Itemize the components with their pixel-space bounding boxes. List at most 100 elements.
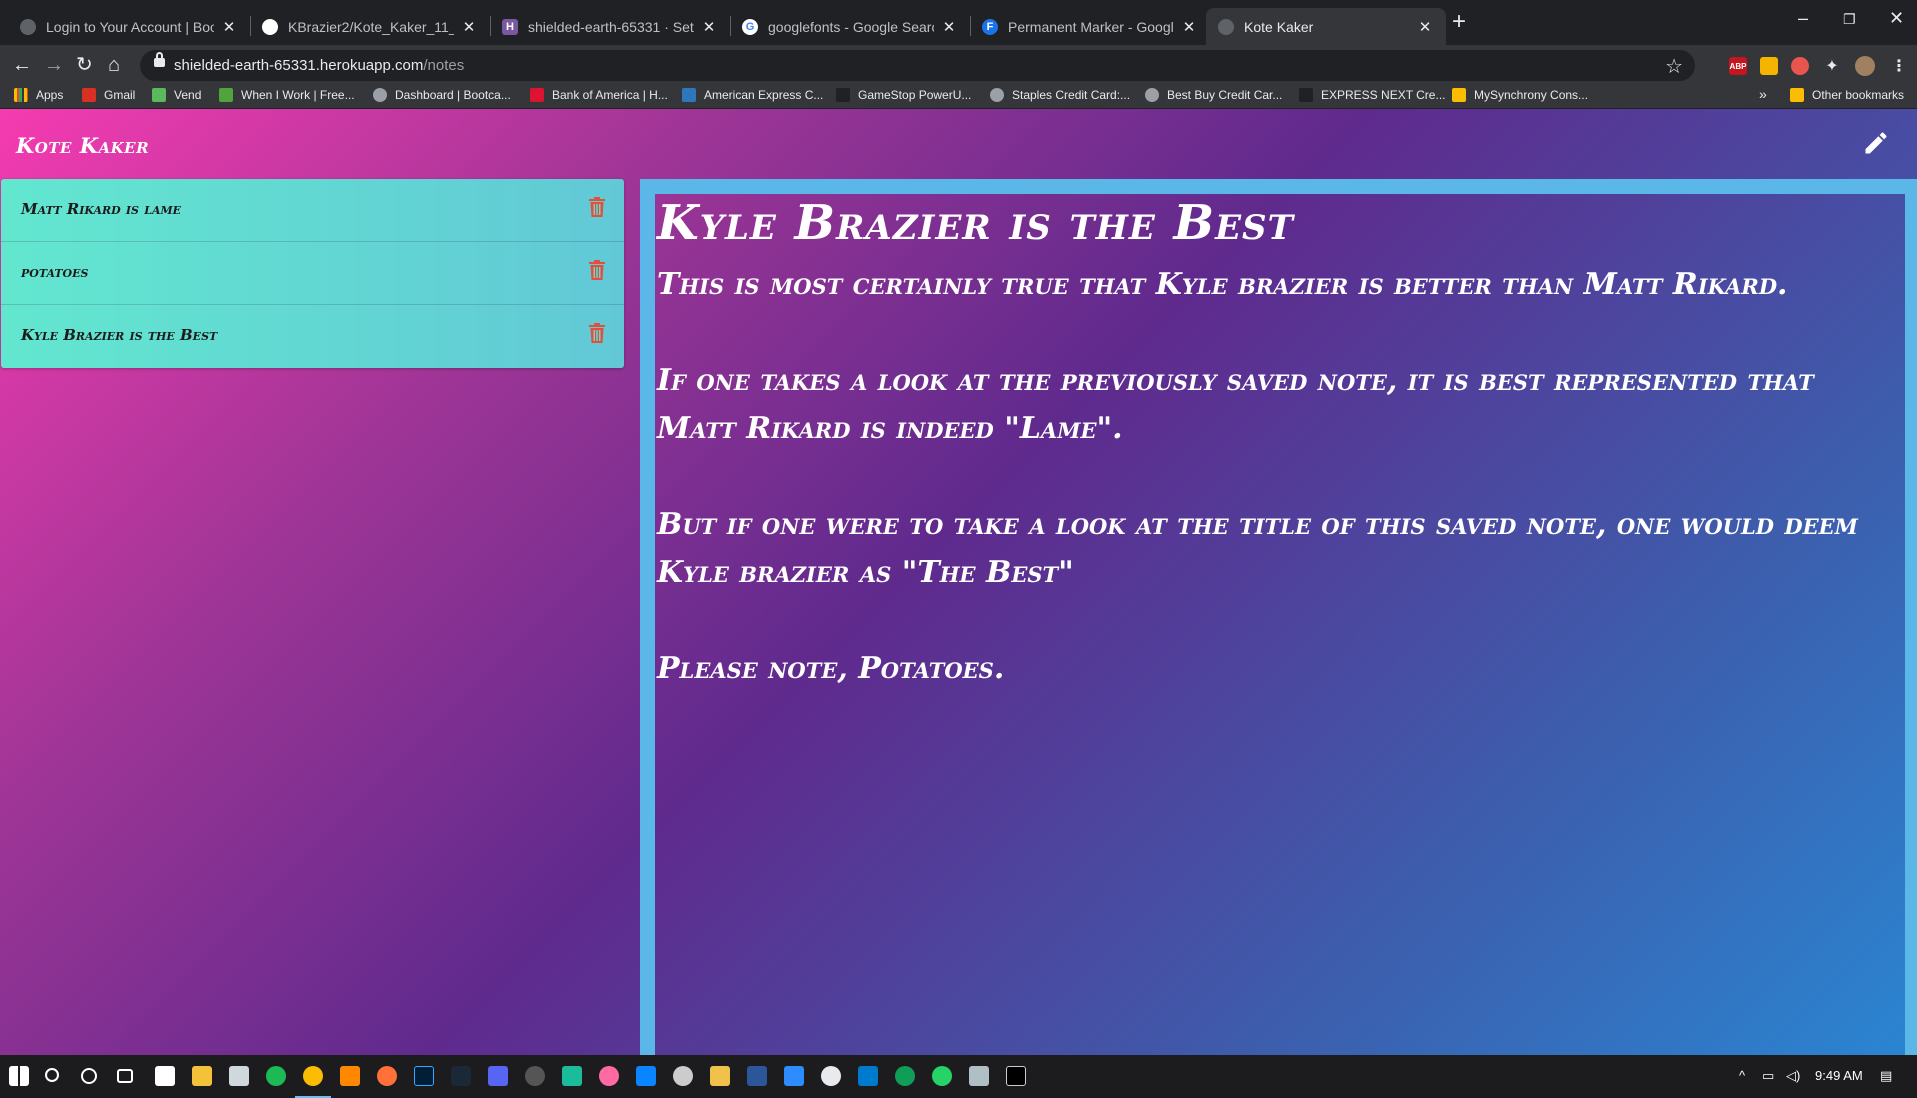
- apps-grid-icon: [14, 88, 28, 102]
- close-tab-icon[interactable]: ✕: [940, 18, 958, 36]
- vlc-icon[interactable]: [340, 1066, 360, 1086]
- network-icon[interactable]: ▭: [1762, 1068, 1774, 1084]
- bookmark-gmail[interactable]: Gmail: [82, 88, 135, 102]
- extension-icon[interactable]: [1791, 57, 1809, 75]
- browser-tab[interactable]: Login to Your Account | Bootcam ✕: [8, 8, 250, 45]
- notifications-icon[interactable]: ▤: [1880, 1068, 1892, 1084]
- app-icon[interactable]: [525, 1066, 545, 1086]
- word-icon[interactable]: [747, 1066, 767, 1086]
- avatar[interactable]: [1855, 56, 1875, 76]
- note-paragraph: This is most certainly true that Kyle br…: [657, 267, 1788, 302]
- restore-icon[interactable]: ❐: [1843, 11, 1856, 28]
- google-fonts-icon: F: [982, 18, 998, 35]
- vscode-icon[interactable]: [858, 1066, 878, 1086]
- bookmark-apps[interactable]: Apps: [14, 88, 63, 102]
- app-icon[interactable]: [710, 1066, 730, 1086]
- back-icon[interactable]: ←: [12, 54, 32, 76]
- extension-icon[interactable]: [1760, 57, 1778, 75]
- minimize-icon[interactable]: –: [1798, 8, 1808, 29]
- bookmark-staples[interactable]: Staples Credit Card:...: [990, 88, 1130, 102]
- browser-tab-strip: Login to Your Account | Bootcam ✕ KBrazi…: [0, 0, 1917, 45]
- browser-tab[interactable]: H shielded-earth-65331 · Settings | ✕: [490, 8, 730, 45]
- mail-icon[interactable]: [636, 1066, 656, 1086]
- adblock-icon[interactable]: ABP: [1729, 57, 1747, 75]
- app-icon[interactable]: [562, 1066, 582, 1086]
- home-icon[interactable]: ⌂: [108, 54, 120, 76]
- browser-tab[interactable]: KBrazier2/Kote_Kaker_11_090620 ✕: [250, 8, 490, 45]
- bookmark-best-buy[interactable]: Best Buy Credit Car...: [1145, 88, 1282, 102]
- bookmark-amex[interactable]: American Express C...: [682, 88, 823, 102]
- app-icon[interactable]: [488, 1066, 508, 1086]
- browser-tab-active[interactable]: Kote Kaker ✕: [1206, 8, 1446, 45]
- chrome-icon[interactable]: [303, 1066, 323, 1086]
- note-list-item[interactable]: Kyle Brazier is the Best: [1, 305, 624, 368]
- search-icon[interactable]: [45, 1068, 59, 1082]
- pencil-icon[interactable]: [1862, 129, 1890, 157]
- boa-icon: [530, 88, 544, 102]
- note-paragraph: If one takes a look at the previously sa…: [657, 363, 1814, 446]
- close-tab-icon[interactable]: ✕: [460, 18, 478, 36]
- zoom-icon[interactable]: [784, 1066, 804, 1086]
- trash-icon[interactable]: [589, 323, 605, 343]
- bookmarks-overflow-button[interactable]: »: [1759, 86, 1767, 102]
- browser-tab[interactable]: F Permanent Marker - Google Font ✕: [970, 8, 1210, 45]
- tray-chevron-icon[interactable]: ^: [1739, 1068, 1745, 1083]
- reload-icon[interactable]: ↻: [76, 54, 93, 76]
- cortana-icon[interactable]: [81, 1068, 97, 1084]
- close-tab-icon[interactable]: ✕: [1180, 18, 1198, 36]
- store-icon[interactable]: [155, 1066, 175, 1086]
- edge-icon[interactable]: [895, 1066, 915, 1086]
- trash-icon[interactable]: [589, 260, 605, 280]
- new-tab-button[interactable]: +: [1452, 10, 1466, 34]
- globe-icon: [1218, 18, 1234, 35]
- clock-time[interactable]: 9:49 AM: [1815, 1068, 1863, 1083]
- note-body-textarea[interactable]: This is most certainly true that Kyle br…: [657, 261, 1897, 741]
- bookmark-dashboard[interactable]: Dashboard | Bootca...: [373, 88, 511, 102]
- close-tab-icon[interactable]: ✕: [700, 18, 718, 36]
- notepad-icon[interactable]: [969, 1066, 989, 1086]
- bookmark-gamestop[interactable]: GameStop PowerU...: [836, 88, 971, 102]
- puzzle-icon[interactable]: ✦: [1823, 57, 1841, 75]
- bookmark-when-i-work[interactable]: When I Work | Free...: [219, 88, 355, 102]
- url-text: shielded-earth-65331.herokuapp.com/notes: [174, 57, 465, 74]
- app-icon[interactable]: [599, 1066, 619, 1086]
- close-window-icon[interactable]: ✕: [1889, 8, 1904, 29]
- trash-icon[interactable]: [589, 197, 605, 217]
- gamestop-icon: [836, 88, 850, 102]
- windows-start-icon[interactable]: [9, 1066, 29, 1086]
- browser-toolbar: ← → ↻ ⌂ shielded-earth-65331.herokuapp.c…: [0, 45, 1917, 86]
- chrome-icon[interactable]: [821, 1066, 841, 1086]
- terminal-icon[interactable]: [1006, 1066, 1026, 1086]
- firefox-icon[interactable]: [377, 1066, 397, 1086]
- menu-dots-icon[interactable]: ⋮: [1890, 57, 1908, 75]
- note-list-item[interactable]: potatoes: [1, 242, 624, 305]
- note-title-input[interactable]: Kyle Brazier is the Best: [657, 195, 1294, 251]
- volume-icon[interactable]: ◁): [1786, 1068, 1800, 1084]
- other-bookmarks-folder[interactable]: Other bookmarks: [1790, 88, 1904, 102]
- file-explorer-icon[interactable]: [192, 1066, 212, 1086]
- app-viewport: Kote Kaker Matt Rikard is lame potatoes …: [0, 109, 1917, 1055]
- whatsapp-icon[interactable]: [932, 1066, 952, 1086]
- close-tab-icon[interactable]: ✕: [220, 18, 238, 36]
- spotify-icon[interactable]: [266, 1066, 286, 1086]
- photoshop-icon[interactable]: [414, 1066, 434, 1086]
- bookmark-bank-of-america[interactable]: Bank of America | H...: [530, 88, 668, 102]
- task-view-icon[interactable]: [117, 1069, 133, 1083]
- note-list: Matt Rikard is lame potatoes Kyle Brazie…: [1, 179, 624, 368]
- globe-icon: [373, 88, 387, 102]
- browser-tab[interactable]: G googlefonts - Google Search ✕: [730, 8, 970, 45]
- app-brand[interactable]: Kote Kaker: [16, 133, 149, 158]
- note-list-title: potatoes: [21, 263, 89, 281]
- note-list-item[interactable]: Matt Rikard is lame: [1, 179, 624, 242]
- forward-icon[interactable]: →: [44, 54, 64, 76]
- bookmark-express[interactable]: EXPRESS NEXT Cre...: [1299, 88, 1445, 102]
- steam-icon[interactable]: [451, 1066, 471, 1086]
- bookmark-mysynchrony[interactable]: MySynchrony Cons...: [1452, 88, 1588, 102]
- bookmark-star-icon[interactable]: ☆: [1665, 54, 1683, 79]
- amex-icon: [682, 88, 696, 102]
- app-icon[interactable]: [229, 1066, 249, 1086]
- close-tab-icon[interactable]: ✕: [1416, 18, 1434, 36]
- address-bar[interactable]: shielded-earth-65331.herokuapp.com/notes…: [140, 50, 1695, 81]
- app-icon[interactable]: [673, 1066, 693, 1086]
- bookmark-vend[interactable]: Vend: [152, 88, 201, 102]
